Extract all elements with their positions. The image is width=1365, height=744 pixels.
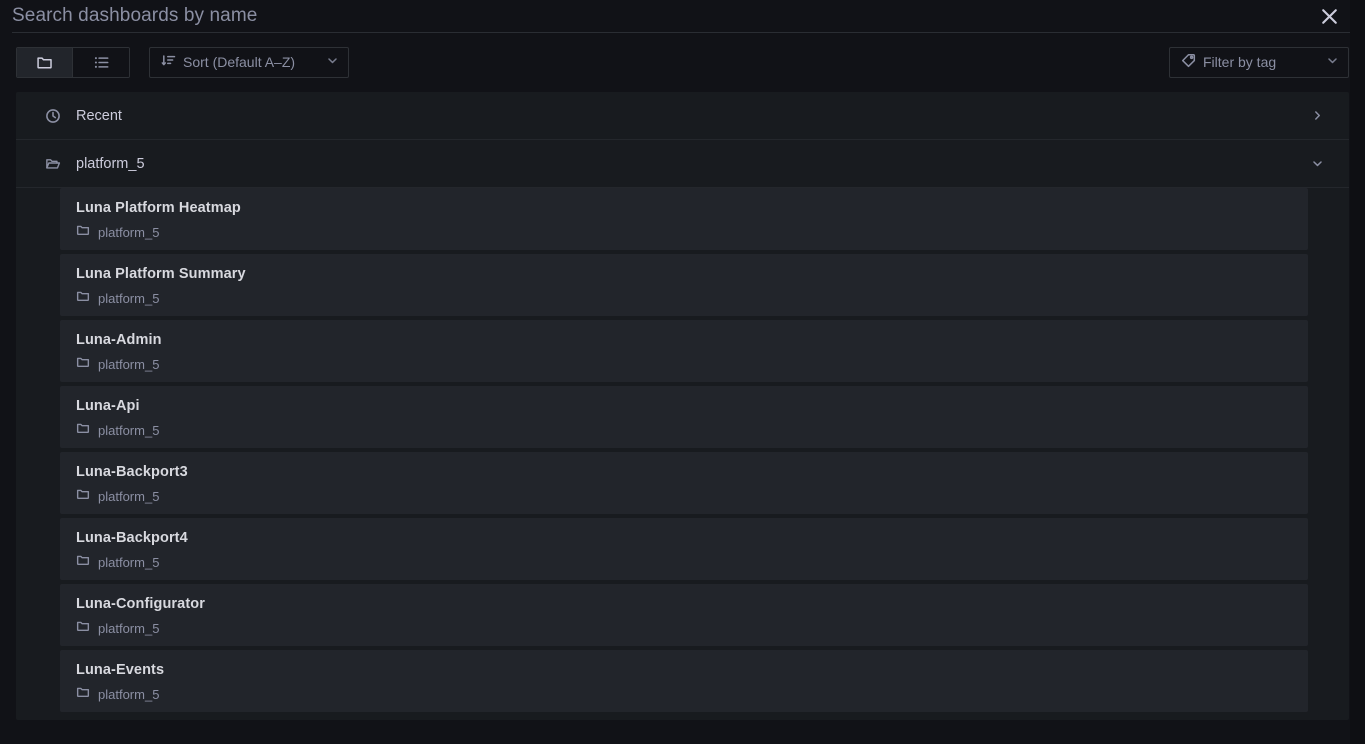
folder-icon (76, 685, 90, 704)
dashboard-card-title: Luna Platform Summary (76, 266, 246, 282)
folder-icon (76, 553, 90, 572)
chevron-down-icon (1326, 54, 1339, 70)
dashboard-card[interactable]: Luna-Configurator platform_5 (60, 584, 1308, 646)
folder-icon (76, 619, 90, 638)
dashboard-card-meta: platform_5 (76, 421, 1292, 440)
sort-amount-down-icon (161, 53, 176, 71)
dashboard-card-meta: platform_5 (76, 355, 1292, 374)
view-toggle-folder[interactable] (17, 47, 73, 77)
sort-select[interactable]: Sort (Default A–Z) (149, 46, 349, 78)
chevron-down-icon (1309, 157, 1325, 170)
tag-filter-select[interactable]: Filter by tag (1169, 46, 1349, 78)
dashboard-card-title: Luna-Api (76, 398, 140, 414)
dashboard-card[interactable]: Luna-Api platform_5 (60, 386, 1308, 448)
dashboard-card-title: Luna-Admin (76, 332, 162, 348)
section-header-platform-5[interactable]: platform_5 (16, 140, 1349, 188)
dashboard-card-folder: platform_5 (98, 225, 160, 240)
dashboard-card-title: Luna Platform Heatmap (76, 200, 241, 216)
dashboard-card-meta: platform_5 (76, 685, 1292, 704)
dashboard-card[interactable]: Luna Platform Summary platform_5 (60, 254, 1308, 316)
folder-open-icon (44, 156, 62, 172)
tag-filter-label: Filter by tag (1203, 54, 1277, 70)
folder-icon (76, 223, 90, 242)
dashboard-card-title: Luna-Backport3 (76, 464, 188, 480)
dashboard-card-folder: platform_5 (98, 423, 160, 438)
dashboard-card-meta: platform_5 (76, 619, 1292, 638)
dashboard-card[interactable]: Luna-Admin platform_5 (60, 320, 1308, 382)
dashboard-card-folder: platform_5 (98, 621, 160, 636)
dashboard-card-title: Luna-Backport4 (76, 530, 188, 546)
search-underline (12, 32, 1365, 33)
close-icon (1319, 6, 1340, 27)
search-input[interactable] (12, 1, 1309, 31)
close-search-button[interactable] (1309, 0, 1349, 32)
search-bar (0, 0, 1365, 33)
tag-icon (1181, 53, 1196, 71)
folder-icon (76, 355, 90, 374)
dashboard-card-title: Luna-Events (76, 662, 165, 678)
list-icon (93, 54, 110, 71)
view-toggle-list[interactable] (73, 47, 129, 77)
chevron-right-icon (1309, 109, 1325, 122)
folder-icon (76, 289, 90, 308)
dashboard-card[interactable]: Luna-Backport3 platform_5 (60, 452, 1308, 514)
search-results-panel: Recent platform_5 Luna Platform Heatmap p… (16, 92, 1349, 720)
dashboard-card-meta: platform_5 (76, 487, 1292, 506)
page-scrollbar[interactable] (1350, 0, 1365, 744)
dashboard-card-folder: platform_5 (98, 357, 160, 372)
dashboard-card-title: Luna-Configurator (76, 596, 205, 612)
dashboard-card-folder: platform_5 (98, 687, 160, 702)
dashboard-card-meta: platform_5 (76, 223, 1292, 242)
sort-select-label: Sort (Default A–Z) (183, 54, 296, 70)
folder-icon (36, 54, 53, 71)
dashboard-card-folder: platform_5 (98, 555, 160, 570)
clock-icon (44, 108, 62, 124)
view-toggle-group (16, 46, 130, 78)
chevron-down-icon (326, 54, 339, 70)
section-header-recent[interactable]: Recent (16, 92, 1349, 140)
dashboard-card[interactable]: Luna-Events platform_5 (60, 650, 1308, 712)
dashboard-card-folder: platform_5 (98, 291, 160, 306)
dashboard-card-meta: platform_5 (76, 289, 1292, 308)
toolbar: Sort (Default A–Z) Filter by tag (0, 32, 1365, 92)
folder-icon (76, 421, 90, 440)
section-label-platform-5: platform_5 (76, 155, 145, 172)
section-label-recent: Recent (76, 107, 122, 124)
folder-icon (76, 487, 90, 506)
dashboard-card-folder: platform_5 (98, 489, 160, 504)
dashboard-card-list: Luna Platform Heatmap platform_5 Luna Plat… (16, 188, 1349, 712)
dashboard-card[interactable]: Luna Platform Heatmap platform_5 (60, 188, 1308, 250)
dashboard-card-meta: platform_5 (76, 553, 1292, 572)
dashboard-card[interactable]: Luna-Backport4 platform_5 (60, 518, 1308, 580)
